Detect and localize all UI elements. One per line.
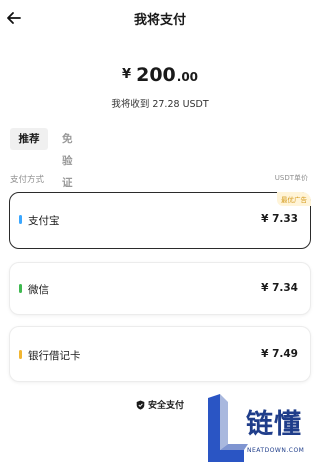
page-title: 我将支付 xyxy=(133,13,186,28)
watermark-logo-text: 链懂 xyxy=(246,409,302,440)
payment-option-label: 银行借记卡 xyxy=(28,350,81,362)
amount-integer: 200 xyxy=(136,64,176,86)
payment-option-alipay[interactable]: 最优广告 支付宝 ¥ 7.33 xyxy=(9,192,311,249)
header-bar: 我将支付 xyxy=(0,0,320,38)
payment-option-price: ¥ 7.33 xyxy=(261,213,298,225)
amount-decimal: .00 xyxy=(176,70,199,84)
watermark-domain: NEATDOWN.COM xyxy=(247,447,305,454)
secure-payment-label: 安全支付 xyxy=(147,401,184,411)
pay-amount: ¥ 200.00 xyxy=(0,64,320,86)
tab-no-verification[interactable]: 免验证 xyxy=(62,128,73,189)
bank-card-marker xyxy=(19,350,22,359)
currency-symbol: ¥ xyxy=(121,67,131,82)
payment-option-price: ¥ 7.49 xyxy=(261,348,298,360)
wechat-marker xyxy=(19,284,22,293)
payment-option-label: 微信 xyxy=(28,284,49,296)
best-ad-badge: 最优广告 xyxy=(277,192,311,206)
payment-option-wechat[interactable]: 微信 ¥ 7.34 xyxy=(9,262,311,315)
payment-option-bank-card[interactable]: 银行借记卡 ¥ 7.49 xyxy=(9,326,311,382)
payment-method-label: 支付方式 xyxy=(10,175,45,185)
receive-text: 我将收到 27.28 USDT xyxy=(111,99,209,110)
payment-option-label: 支付宝 xyxy=(28,215,60,227)
tab-recommended[interactable]: 推荐 xyxy=(10,128,48,150)
alipay-marker xyxy=(19,215,22,224)
usdt-unit-price-label: USDT单价 xyxy=(274,174,308,182)
payment-option-price: ¥ 7.34 xyxy=(261,282,298,294)
shield-icon xyxy=(136,400,145,410)
